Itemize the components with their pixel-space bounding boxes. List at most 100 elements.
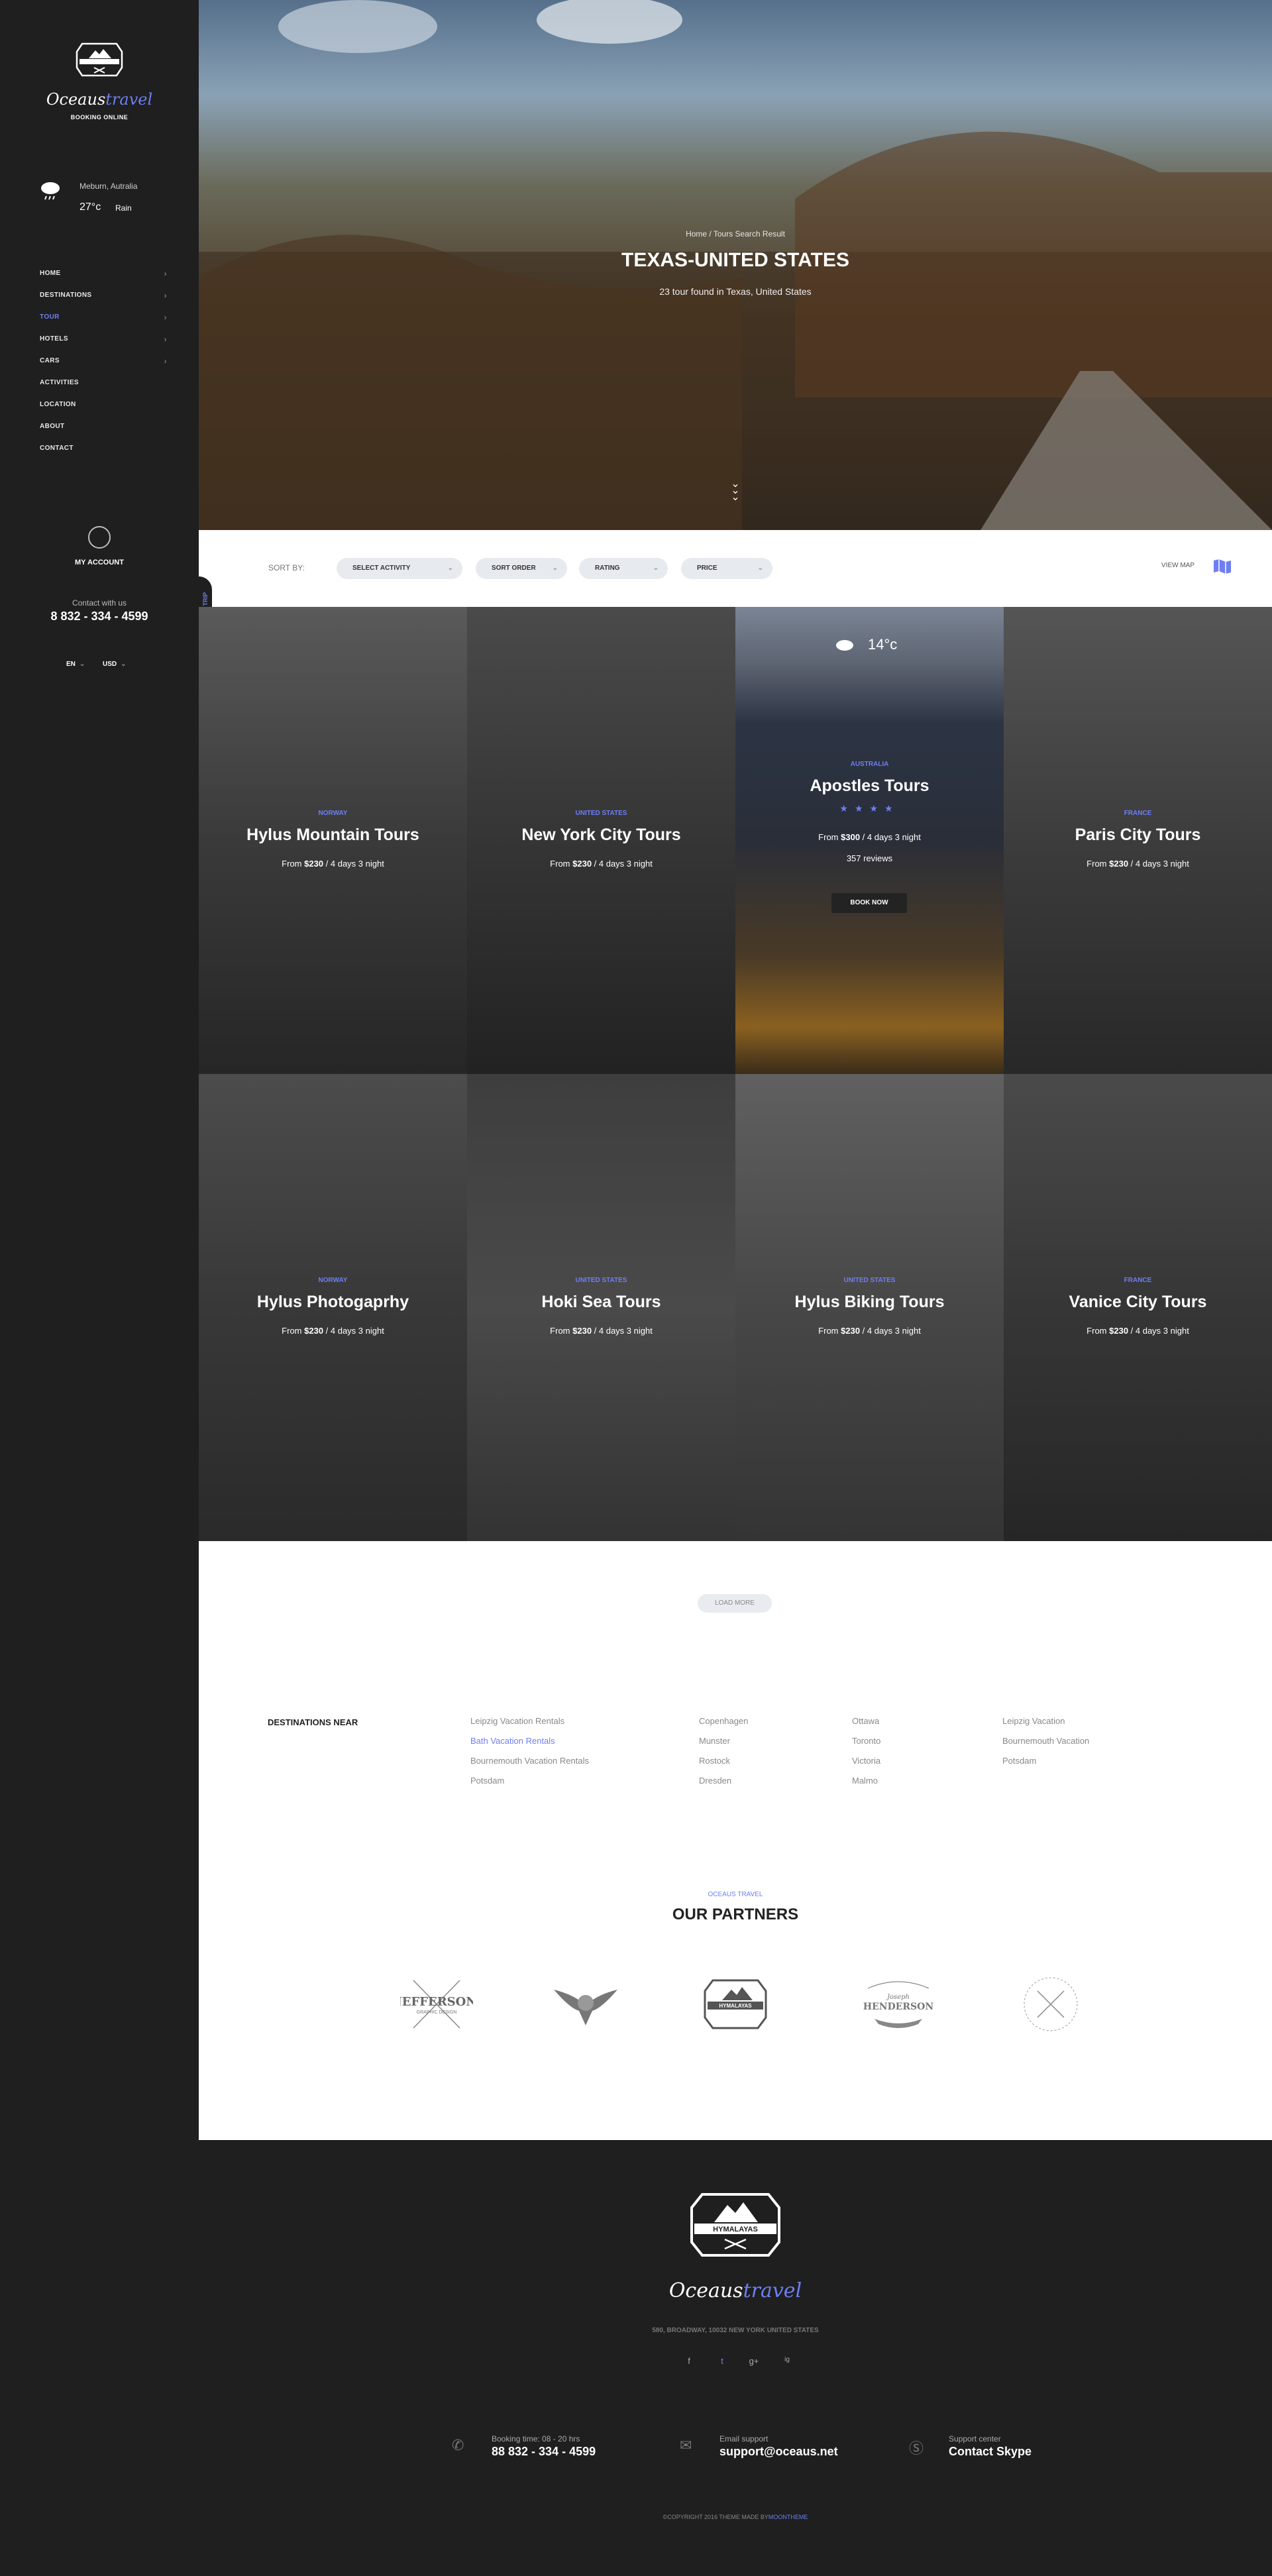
tour-grid: NORWAY Hylus Mountain Tours From $230 / …: [199, 607, 1272, 1541]
contact-label: Contact with us: [72, 598, 127, 608]
eagle-logo[interactable]: [549, 1971, 623, 2037]
destination-link[interactable]: Ottawa: [852, 1716, 880, 1736]
destination-link[interactable]: Potsdam: [470, 1776, 589, 1796]
filter-select-activity[interactable]: SELECT ACTIVITY ⌄: [337, 558, 462, 579]
contact-skype-link[interactable]: Contact Skype: [949, 2445, 1032, 2459]
chevron-down-icon: ⌄: [653, 564, 659, 572]
tour-name[interactable]: Hylus Photogaprhy: [199, 1293, 467, 1312]
tour-card-featured[interactable]: 14°c AUSTRALIA Apostles Tours ★★★★ From …: [735, 607, 1004, 1074]
user-icon[interactable]: [88, 526, 111, 549]
twitter-icon[interactable]: t: [716, 2356, 729, 2369]
scroll-down-icon[interactable]: ⌄ ⌄ ⌄: [729, 479, 742, 503]
hymalayas-logo-badge[interactable]: [74, 38, 125, 81]
google-plus-icon[interactable]: g+: [747, 2356, 761, 2369]
tour-price: From $300 / 4 days 3 night: [818, 832, 921, 842]
destination-link[interactable]: Victoria: [852, 1756, 880, 1776]
tour-name[interactable]: Hoki Sea Tours: [467, 1293, 735, 1312]
weather-location: Meburn, Autralia: [80, 182, 138, 191]
weather-condition: Rain: [115, 203, 132, 213]
view-map-link[interactable]: VIEW MAP: [1161, 562, 1194, 569]
chevron-down-icon: ⌄: [552, 564, 558, 572]
destination-link[interactable]: Leipzig Vacation Rentals: [470, 1716, 589, 1736]
my-account-link[interactable]: MY ACCOUNT: [0, 559, 199, 566]
destination-link[interactable]: Malmo: [852, 1776, 880, 1796]
destination-link[interactable]: Toronto: [852, 1736, 880, 1756]
brand-name[interactable]: Oceaustravel: [0, 90, 199, 109]
chevron-down-icon: ⌄: [757, 564, 763, 572]
brand-tagline: BOOKING ONLINE: [70, 114, 129, 121]
nav-item-activities[interactable]: ACTIVITIES: [40, 372, 167, 394]
svg-text:HENDERSON: HENDERSON: [863, 2002, 933, 2012]
chevron-down-icon: ⌄: [79, 661, 85, 668]
destination-link[interactable]: Leipzig Vacation: [1002, 1716, 1089, 1736]
author-link[interactable]: MOONTHEME: [768, 2514, 808, 2520]
filter-rating[interactable]: RATING ⌄: [579, 558, 668, 579]
tour-card[interactable]: NORWAY Hylus Mountain Tours From $230 / …: [199, 607, 467, 1074]
currency-select[interactable]: USD ⌄: [103, 661, 127, 668]
contact-phone[interactable]: 8 832 - 334 - 4599: [0, 610, 199, 623]
tour-country: NORWAY: [318, 1277, 348, 1284]
tour-price: From $230 / 4 days 3 night: [282, 859, 384, 869]
footer-phone[interactable]: 88 832 - 334 - 4599: [492, 2445, 596, 2459]
henderson-logo[interactable]: Joseph HENDERSON: [859, 1971, 938, 2037]
tour-name[interactable]: Hylus Biking Tours: [735, 1293, 1004, 1312]
destination-link[interactable]: Dresden: [699, 1776, 748, 1796]
chevron-right-icon: ›: [164, 356, 167, 366]
tour-card[interactable]: UNITED STATES New York City Tours From $…: [467, 607, 735, 1074]
tour-country: UNITED STATES: [575, 1277, 627, 1284]
nav-item-cars[interactable]: CARS ›: [40, 350, 167, 372]
tour-card[interactable]: FRANCE Paris City Tours From $230 / 4 da…: [1004, 607, 1272, 1074]
tour-price: From $230 / 4 days 3 night: [818, 1326, 921, 1336]
tour-name[interactable]: New York City Tours: [467, 826, 735, 845]
skype-icon: Ⓢ: [909, 2440, 924, 2457]
filter-sort-order[interactable]: SORT ORDER ⌄: [476, 558, 567, 579]
nav-item-location[interactable]: LOCATION: [40, 394, 167, 415]
tour-card[interactable]: UNITED STATES Hylus Biking Tours From $2…: [735, 1074, 1004, 1541]
jefferson-logo[interactable]: JEFFERSON GRAPHIC DESIGN: [400, 1971, 473, 2037]
instagram-icon[interactable]: ig: [780, 2356, 794, 2369]
tour-name[interactable]: Vanice City Tours: [1004, 1293, 1272, 1312]
filter-price[interactable]: PRICE ⌄: [681, 558, 772, 579]
tour-name[interactable]: Paris City Tours: [1004, 826, 1272, 845]
svg-text:GRAPHIC DESIGN: GRAPHIC DESIGN: [417, 2010, 457, 2015]
tour-card[interactable]: UNITED STATES Hoki Sea Tours From $230 /…: [467, 1074, 735, 1541]
tour-name[interactable]: Hylus Mountain Tours: [199, 826, 467, 845]
footer-logo-badge[interactable]: HYMALAYAS: [688, 2188, 783, 2262]
destination-link[interactable]: Bath Vacation Rentals: [470, 1736, 589, 1756]
destinations-column: Leipzig Vacation Rentals Bath Vacation R…: [470, 1716, 589, 1796]
hymalayas-logo[interactable]: HYMALAYAS: [701, 1971, 770, 2037]
breadcrumb[interactable]: Home / Tours Search Result: [199, 229, 1272, 239]
destination-link[interactable]: Bournemouth Vacation: [1002, 1736, 1089, 1756]
nav-item-destinations[interactable]: DESTINATIONS ›: [40, 284, 167, 306]
book-now-button[interactable]: BOOK NOW: [831, 893, 907, 913]
destinations-near-label: DESTINATIONS NEAR: [268, 1717, 358, 1727]
rain-cloud-icon: [41, 182, 60, 200]
nav-item-tour[interactable]: TOUR ›: [40, 306, 167, 328]
footer-email[interactable]: support@oceaus.net: [719, 2445, 838, 2459]
nav-item-home[interactable]: HOME ›: [40, 262, 167, 284]
facebook-icon[interactable]: f: [682, 2356, 696, 2369]
load-more-button[interactable]: LOAD MORE: [698, 1594, 772, 1613]
tour-name[interactable]: Apostles Tours: [735, 777, 1004, 796]
destination-link[interactable]: Potsdam: [1002, 1756, 1089, 1776]
nav-item-contact[interactable]: CONTACT: [40, 437, 167, 459]
tour-card[interactable]: NORWAY Hylus Photogaprhy From $230 / 4 d…: [199, 1074, 467, 1541]
email-support-label: Email support: [719, 2434, 768, 2443]
footer-brand[interactable]: Oceaustravel: [199, 2279, 1272, 2302]
reviews-count[interactable]: 357 reviews: [735, 853, 1004, 863]
language-select[interactable]: EN ⌄: [66, 661, 85, 668]
partners-title: OUR PARTNERS: [672, 1905, 799, 1923]
destination-link[interactable]: Rostock: [699, 1756, 748, 1776]
map-icon[interactable]: [1212, 558, 1232, 575]
nav-item-hotels[interactable]: HOTELS ›: [40, 328, 167, 350]
destination-link[interactable]: Munster: [699, 1736, 748, 1756]
nav-item-about[interactable]: ABOUT: [40, 415, 167, 437]
tour-price: From $230 / 4 days 3 night: [550, 859, 653, 869]
phone-icon: ✆: [452, 2437, 464, 2453]
tour-country: NORWAY: [318, 810, 348, 817]
destination-link[interactable]: Copenhagen: [699, 1716, 748, 1736]
sort-label: SORT BY:: [268, 563, 305, 572]
destination-link[interactable]: Bournemouth Vacation Rentals: [470, 1756, 589, 1776]
arrows-badge-logo[interactable]: [1018, 1971, 1084, 2037]
tour-card[interactable]: FRANCE Vanice City Tours From $230 / 4 d…: [1004, 1074, 1272, 1541]
